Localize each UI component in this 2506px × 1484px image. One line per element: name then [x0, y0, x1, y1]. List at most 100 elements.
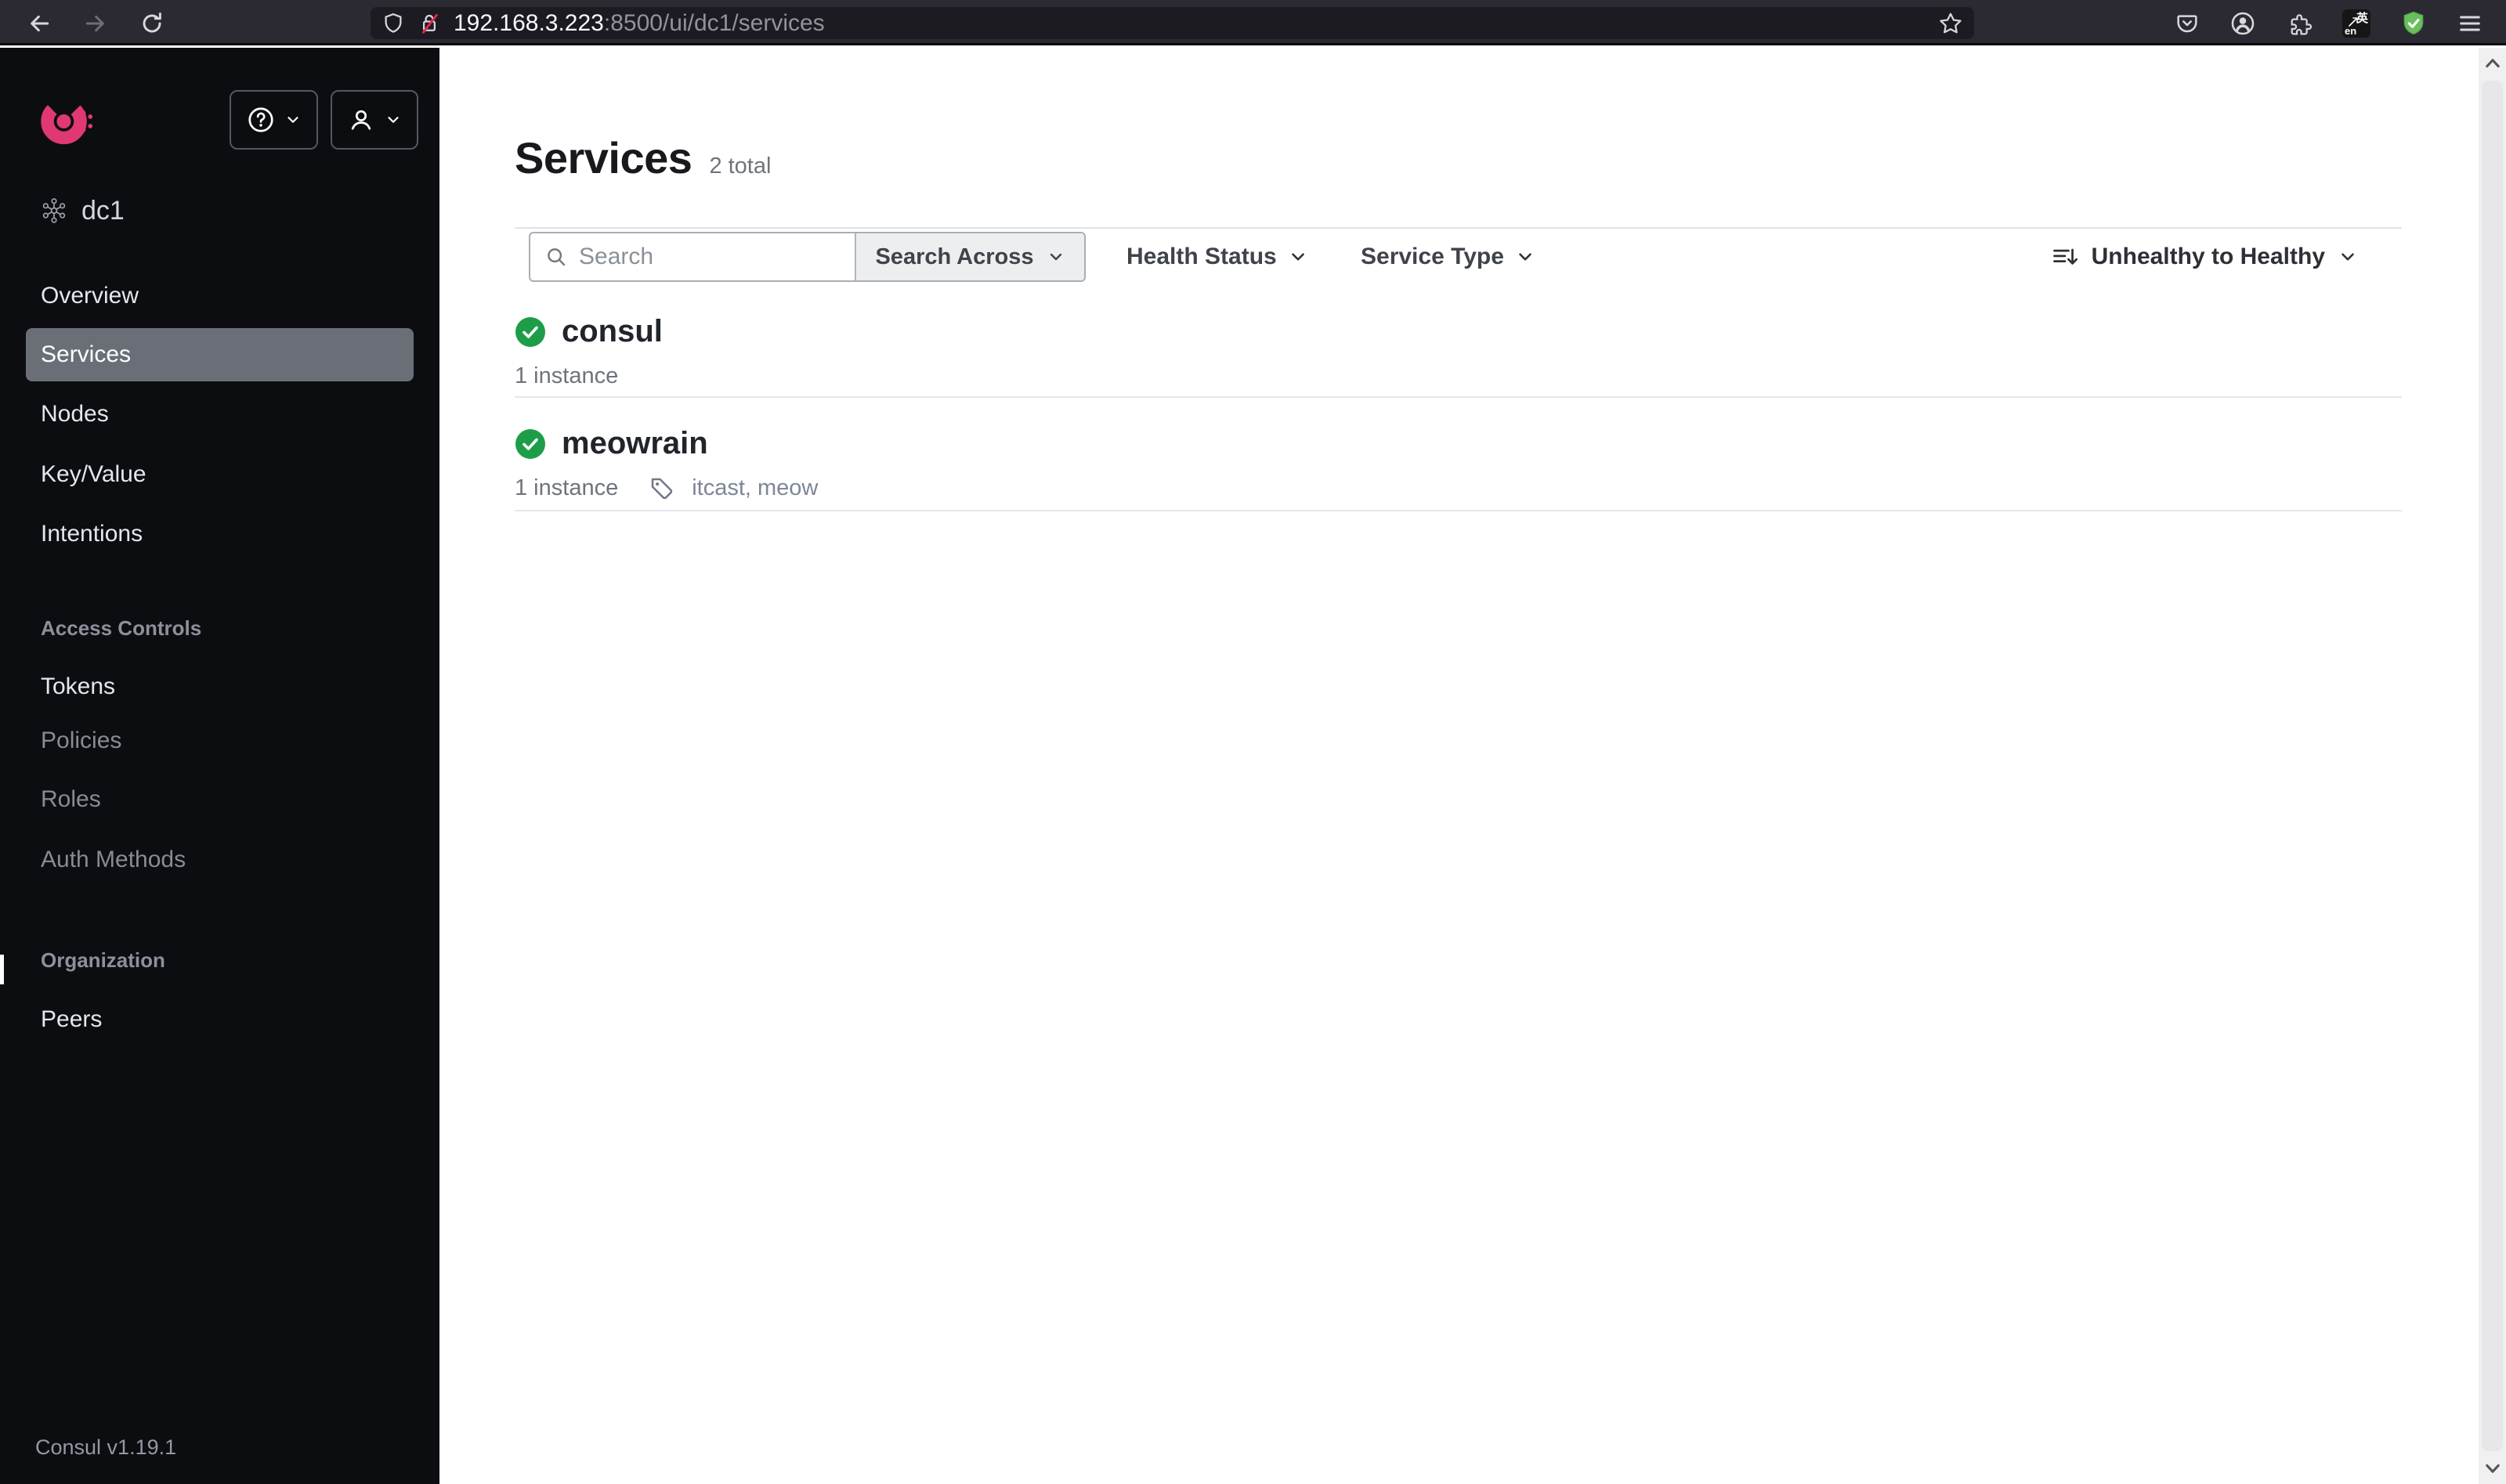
service-row[interactable]: consul 1 instance	[515, 283, 2402, 398]
health-passing-icon	[515, 428, 545, 459]
chevron-down-icon	[287, 117, 298, 123]
tracking-protection-shield-icon[interactable]	[382, 12, 405, 35]
sidebar-item-label: Services	[41, 341, 132, 367]
sidebar-item-label: Key/Value	[41, 461, 146, 487]
account-button[interactable]	[2226, 6, 2260, 41]
health-status-label: Health Status	[1126, 244, 1277, 269]
sort-icon	[2052, 248, 2077, 265]
sidebar-item-label: Policies	[41, 728, 122, 753]
page-scrollbar[interactable]	[2479, 48, 2506, 1484]
url-text: 192.168.3.223:8500/ui/dc1/services	[454, 10, 825, 37]
help-menu-button[interactable]	[230, 90, 318, 150]
pocket-button[interactable]	[2170, 6, 2204, 41]
instance-count: 1 instance	[515, 475, 619, 500]
url-bar[interactable]: 192.168.3.223:8500/ui/dc1/services	[371, 7, 1974, 39]
sort-dropdown[interactable]: Unhealthy to Healthy	[2051, 232, 2358, 282]
scrollbar-thumb[interactable]	[2482, 81, 2503, 1451]
search-input-wrap	[530, 233, 855, 280]
service-tags: itcast, meow	[692, 475, 819, 500]
browser-toolbar: 192.168.3.223:8500/ui/dc1/services 英 en	[0, 0, 2506, 45]
reload-icon	[143, 13, 161, 33]
sidebar-item-peers[interactable]: Peers	[26, 993, 414, 1046]
sidebar-item-label: Intentions	[41, 521, 143, 547]
tag-icon	[651, 478, 673, 499]
service-type-dropdown[interactable]: Service Type	[1361, 232, 1535, 282]
sidebar-item-label: Auth Methods	[41, 847, 186, 872]
translate-icon: 英 en	[2342, 9, 2370, 38]
sidebar-item-tokens[interactable]: Tokens	[26, 660, 414, 713]
total-count: 2 total	[709, 153, 772, 179]
star-icon	[1940, 13, 1962, 33]
sidebar-item-policies[interactable]: Policies	[26, 714, 414, 767]
chevron-down-icon	[388, 117, 399, 123]
help-icon	[248, 107, 273, 132]
consul-logo[interactable]	[39, 90, 96, 153]
adguard-extension-button[interactable]	[2396, 6, 2431, 41]
chevron-down-icon	[2341, 253, 2354, 261]
service-name-link[interactable]: consul	[562, 314, 663, 349]
sidebar-item-label: Roles	[41, 786, 101, 812]
datacenter-label: dc1	[81, 195, 125, 226]
puzzle-piece-icon	[2291, 14, 2313, 35]
adguard-shield-icon	[2403, 11, 2424, 34]
insecure-lock-icon[interactable]	[418, 12, 441, 35]
sidebar-item-label: Tokens	[41, 673, 116, 699]
menu-button[interactable]	[2453, 6, 2487, 41]
chevron-down-icon	[1050, 253, 1061, 261]
health-status-dropdown[interactable]: Health Status	[1126, 232, 1308, 282]
sidebar-item-label: Nodes	[41, 401, 109, 427]
sidebar-item-intentions[interactable]: Intentions	[26, 507, 414, 561]
section-header-label: Organization	[41, 948, 165, 972]
health-passing-icon	[515, 316, 545, 347]
search-group: Search Across	[529, 232, 1086, 282]
service-type-label: Service Type	[1361, 244, 1504, 269]
back-arrow-icon	[31, 15, 49, 32]
bookmark-button[interactable]	[1938, 11, 1963, 36]
sidebar-item-roles[interactable]: Roles	[26, 773, 414, 826]
section-header-organization: Organization	[41, 944, 165, 976]
instance-count: 1 instance	[515, 363, 619, 388]
account-icon	[2231, 12, 2255, 35]
sort-label: Unhealthy to Healthy	[2091, 244, 2325, 269]
section-header-label: Access Controls	[41, 616, 202, 640]
sidebar: dc1 Overview Services Nodes Key/Value In…	[0, 48, 439, 1484]
translate-extension-button[interactable]: 英 en	[2339, 6, 2374, 41]
user-menu-button[interactable]	[331, 90, 418, 150]
reload-button[interactable]	[135, 6, 169, 41]
sidebar-item-keyvalue[interactable]: Key/Value	[26, 448, 414, 501]
back-button[interactable]	[22, 6, 56, 41]
scroll-up-arrow-icon[interactable]	[2483, 54, 2502, 73]
datacenter-selector[interactable]: dc1	[41, 191, 125, 230]
sidebar-item-services[interactable]: Services	[26, 328, 414, 381]
search-across-dropdown[interactable]: Search Across	[855, 233, 1084, 280]
search-input[interactable]	[579, 244, 837, 270]
service-name-link[interactable]: meowrain	[562, 426, 708, 461]
forward-button[interactable]	[78, 6, 113, 41]
pocket-icon	[2177, 15, 2197, 33]
consul-logo-icon	[41, 98, 93, 145]
forward-arrow-icon	[85, 15, 104, 32]
page-title: Services	[515, 133, 692, 182]
left-edge-highlight	[0, 955, 4, 984]
service-row[interactable]: meowrain 1 instance itcast, meow	[515, 398, 2402, 511]
section-header-access-controls: Access Controls	[41, 612, 201, 644]
url-host: 192.168.3.223	[454, 9, 604, 36]
datacenter-icon	[42, 198, 66, 223]
page-title-row: Services 2 total	[515, 132, 771, 183]
chevron-down-icon	[1291, 253, 1304, 261]
hamburger-icon	[2460, 16, 2480, 31]
scroll-down-arrow-icon[interactable]	[2483, 1459, 2502, 1478]
sidebar-item-nodes[interactable]: Nodes	[26, 388, 414, 441]
chevron-down-icon	[1519, 253, 1531, 261]
search-icon	[548, 248, 566, 266]
sidebar-item-label: Peers	[41, 1006, 103, 1032]
extensions-button[interactable]	[2283, 6, 2317, 41]
consul-version-label: Consul v1.19.1	[35, 1435, 177, 1459]
sidebar-item-auth-methods[interactable]: Auth Methods	[26, 833, 414, 886]
url-path: :8500/ui/dc1/services	[603, 9, 825, 36]
main-content: Services 2 total Search Across Health St…	[439, 48, 2479, 1484]
search-across-label: Search Across	[875, 244, 1034, 269]
sidebar-item-label: Overview	[41, 283, 139, 309]
sidebar-item-overview[interactable]: Overview	[26, 269, 414, 323]
user-icon	[351, 110, 371, 130]
